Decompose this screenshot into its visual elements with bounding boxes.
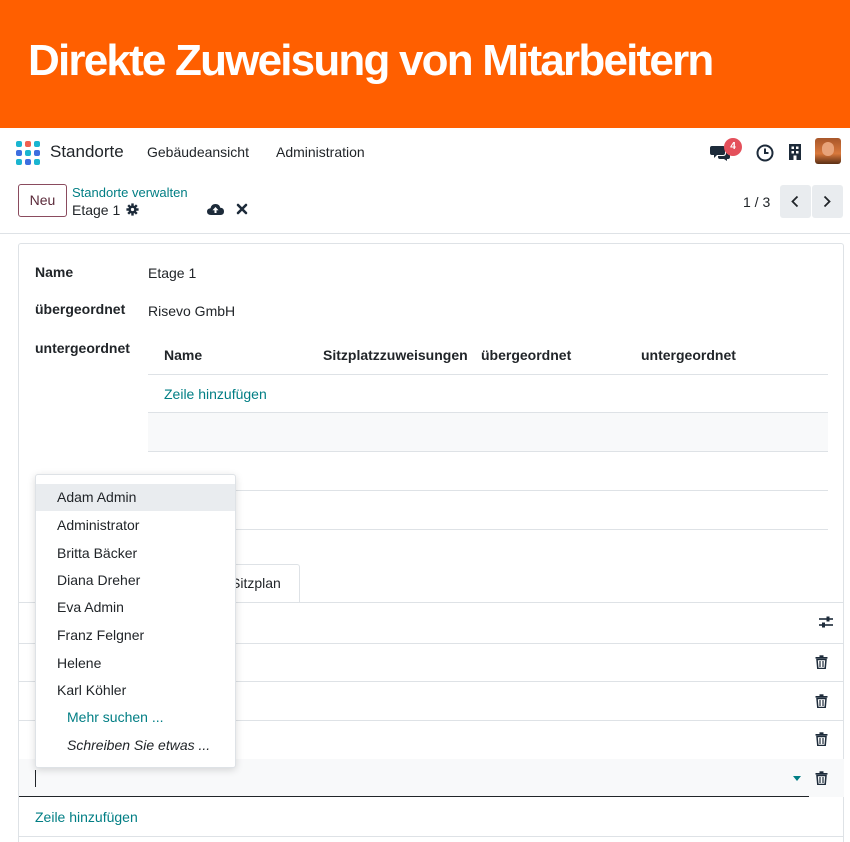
pager-previous-button[interactable] <box>780 185 811 218</box>
dropdown-caret-icon[interactable] <box>793 776 801 781</box>
gear-icon[interactable] <box>126 203 139 216</box>
dropdown-option[interactable]: Eva Admin <box>36 594 235 621</box>
children-add-line-link[interactable]: Zeile hinzufügen <box>164 386 267 402</box>
dropdown-option[interactable]: Adam Admin <box>36 484 235 511</box>
trash-icon[interactable] <box>815 694 828 708</box>
children-col-children[interactable]: untergeordnet <box>641 347 736 363</box>
parent-label: übergeordnet <box>35 301 126 317</box>
menu-administration[interactable]: Administration <box>276 144 365 160</box>
promo-banner: Direkte Zuweisung von Mitarbeitern <box>0 0 850 128</box>
type-hint: Schreiben Sie etwas ... <box>67 737 211 753</box>
children-col-name[interactable]: Name <box>164 347 202 363</box>
children-col-parent[interactable]: übergeordnet <box>481 347 571 363</box>
user-avatar[interactable] <box>815 138 841 164</box>
trash-icon[interactable] <box>815 655 828 669</box>
dropdown-option[interactable]: Franz Felgner <box>36 622 235 649</box>
menu-gebaeudeansicht[interactable]: Gebäudeansicht <box>147 144 249 160</box>
trash-icon[interactable] <box>815 771 828 785</box>
chevron-left-icon <box>791 195 799 208</box>
discard-icon[interactable] <box>236 203 248 215</box>
name-label: Name <box>35 264 74 280</box>
tab-sitzplan-label[interactable]: Sitzplan <box>231 575 281 591</box>
optional-columns-icon[interactable] <box>818 615 834 629</box>
dropdown-option[interactable]: Karl Köhler <box>36 677 235 704</box>
dropdown-option[interactable]: Diana Dreher <box>36 567 235 594</box>
divider <box>148 529 828 530</box>
empty-row <box>148 413 828 451</box>
top-navbar: Standorte Gebäudeansicht Administration <box>0 128 850 176</box>
divider <box>148 490 828 491</box>
text-cursor <box>35 770 36 787</box>
apps-menu-icon[interactable] <box>16 141 40 165</box>
add-line-link[interactable]: Zeile hinzufügen <box>35 809 138 825</box>
new-button[interactable]: Neu <box>18 184 67 217</box>
trash-icon[interactable] <box>815 732 828 746</box>
clock-icon[interactable] <box>756 144 774 162</box>
children-label: untergeordnet <box>35 340 130 356</box>
divider <box>148 451 828 452</box>
divider <box>19 836 844 837</box>
cloud-upload-icon[interactable] <box>207 203 224 216</box>
building-icon[interactable] <box>788 143 802 161</box>
chevron-right-icon <box>823 195 831 208</box>
parent-field[interactable]: Risevo GmbH <box>148 303 235 319</box>
notification-badge: 4 <box>724 138 742 156</box>
search-more-link[interactable]: Mehr suchen ... <box>36 704 235 731</box>
pager-value[interactable]: 1 / 3 <box>743 194 770 210</box>
children-col-seats[interactable]: Sitzplatzzuweisungen <box>323 347 468 363</box>
autocomplete-dropdown: Adam Admin Administrator Britta Bäcker D… <box>35 474 236 768</box>
record-name: Etage 1 <box>72 202 121 218</box>
input-underline <box>19 796 809 797</box>
dropdown-option[interactable]: Britta Bäcker <box>36 540 235 567</box>
pager-next-button[interactable] <box>812 185 843 218</box>
dropdown-option[interactable]: Administrator <box>36 512 235 539</box>
divider <box>148 374 828 375</box>
app-name[interactable]: Standorte <box>50 142 124 162</box>
name-field[interactable]: Etage 1 <box>148 265 196 281</box>
control-panel: Neu Standorte verwalten Etage 1 1 / 3 <box>0 176 850 234</box>
breadcrumb[interactable]: Standorte verwalten <box>72 185 188 200</box>
banner-title: Direkte Zuweisung von Mitarbeitern <box>28 36 714 85</box>
dropdown-option[interactable]: Helene <box>36 650 235 677</box>
